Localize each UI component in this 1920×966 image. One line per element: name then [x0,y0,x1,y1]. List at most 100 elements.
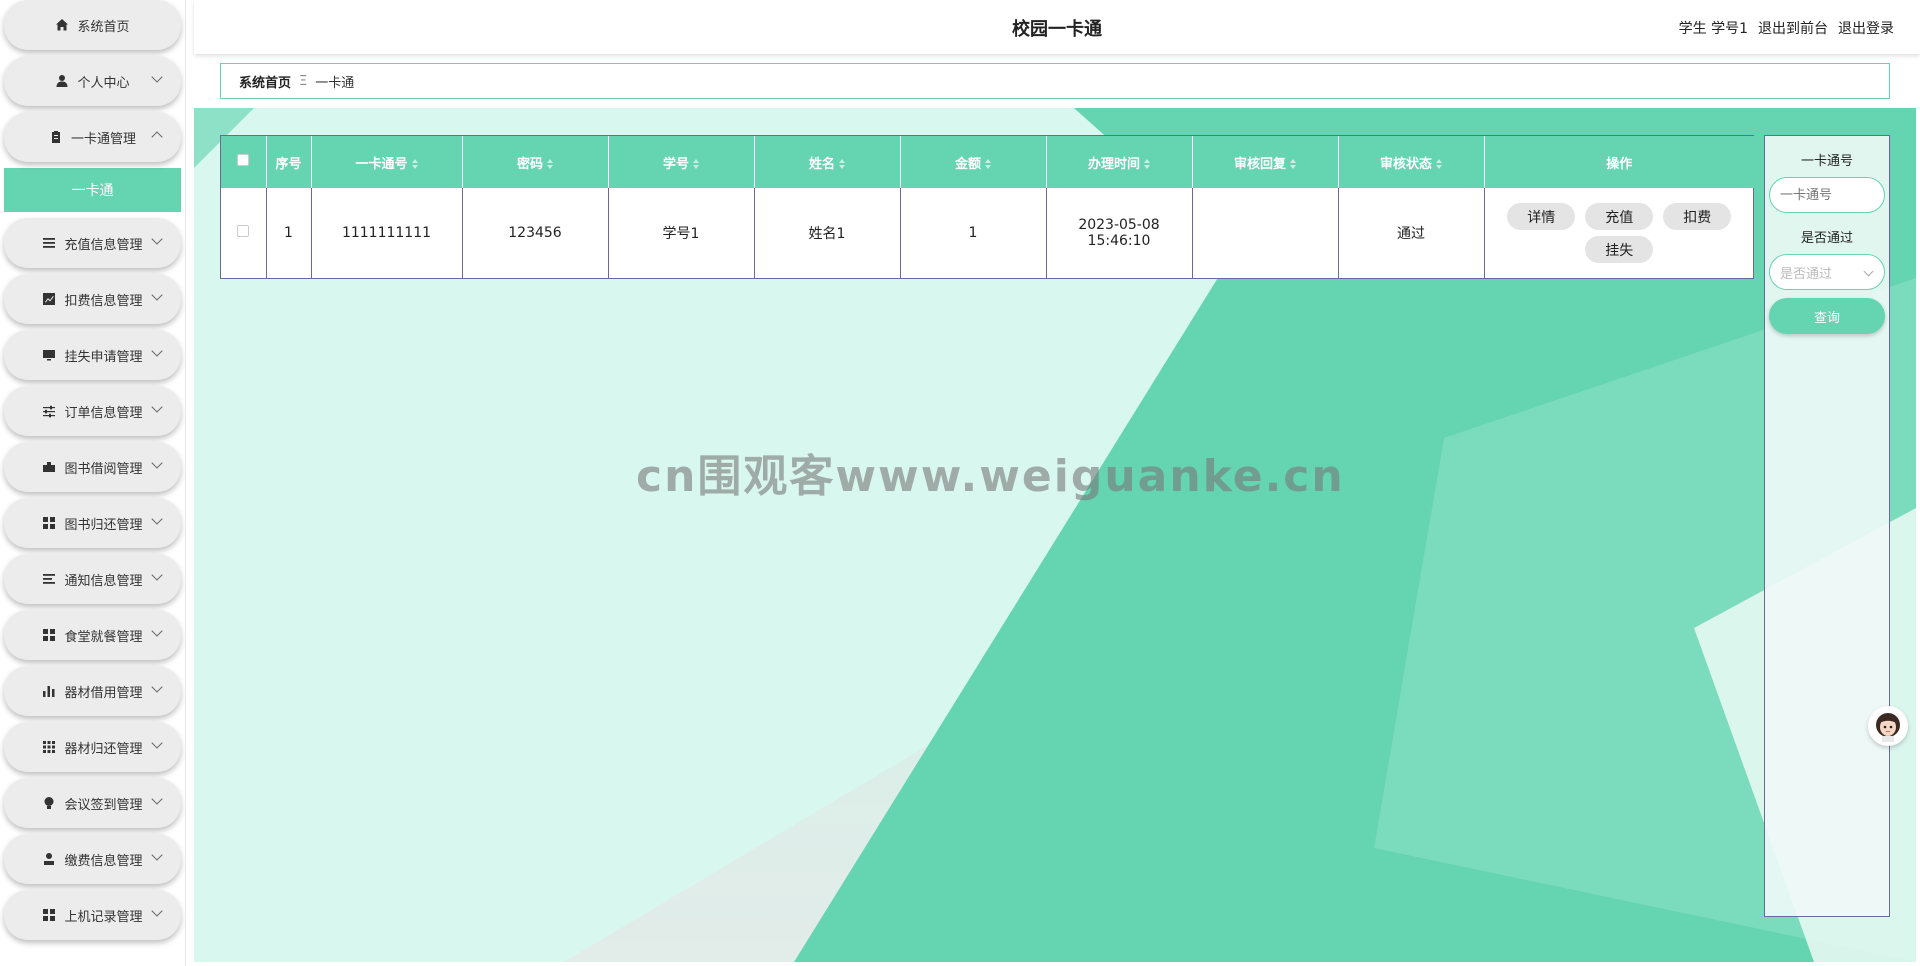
bulb-icon [42,796,56,810]
chart-icon [42,292,56,306]
chevron-down-icon [151,233,163,245]
sidebar-item-label: 图书借阅管理 [64,461,143,477]
to-front-link[interactable]: 退出到前台 [1758,18,1828,38]
sidebar-item-card[interactable]: 一卡通管理 [4,112,181,162]
sidebar-item-label: 个人中心 [77,75,130,91]
top-header: 校园一卡通 学生 学号1 退出到前台 退出登录 [194,0,1920,54]
assistant-face-icon [1876,713,1900,742]
cell-time: 2023-05-08 15:46:10 [1046,188,1193,278]
column-header[interactable]: 姓名 [754,136,901,188]
chevron-down-icon [151,905,163,917]
page-title: 校园一卡通 [1012,19,1102,40]
sidebar: 系统首页 个人中心 一卡通管理 一卡通 充值信息管理 扣费信息管理 挂失申请管理… [0,0,186,966]
sort-icon[interactable] [839,159,845,169]
sliders-icon [42,404,56,418]
sidebar-item-label: 食堂就餐管理 [64,629,143,645]
chevron-down-icon [151,401,163,413]
chevron-down-icon [151,457,163,469]
column-header[interactable]: 学号 [608,136,755,188]
logout-link[interactable]: 退出登录 [1838,18,1894,38]
sort-icon[interactable] [1290,159,1296,169]
sidebar-item-meeting[interactable]: 会议签到管理 [4,778,181,828]
pass-label: 是否通过 [1800,231,1853,246]
breadcrumb-home[interactable]: 系统首页 [239,72,291,91]
recharge-button[interactable]: 充值 [1585,203,1654,230]
card-no-input[interactable] [1769,177,1885,213]
sidebar-item-equip-borrow[interactable]: 器材借用管理 [4,666,181,716]
card-no-label: 一卡通号 [1800,154,1853,169]
column-header[interactable]: 金额 [900,136,1047,188]
row-checkbox[interactable] [237,225,250,237]
sidebar-subitem-label: 一卡通 [71,183,114,199]
cell-reply [1192,188,1339,278]
sidebar-item-label: 器材归还管理 [64,741,143,757]
sidebar-item-label: 缴费信息管理 [64,853,143,869]
person-icon [42,852,56,866]
sidebar-item-label: 会议签到管理 [64,797,143,813]
sidebar-item-computer[interactable]: 上机记录管理 [4,890,181,940]
cell-amount: 1 [900,188,1047,278]
sidebar-item-label: 器材借用管理 [64,685,143,701]
sidebar-item-label: 挂失申请管理 [64,349,143,365]
sidebar-item-loss[interactable]: 挂失申请管理 [4,330,181,380]
sidebar-subitem-card[interactable]: 一卡通 [4,168,181,212]
sort-icon[interactable] [985,159,991,169]
search-panel: 一卡通号 是否通过 是否通过 查询 [1764,135,1890,917]
sidebar-item-label: 系统首页 [77,19,130,35]
sidebar-item-payment[interactable]: 缴费信息管理 [4,834,181,884]
column-header: 操作 [1484,136,1754,188]
table-row: 1 1111111111 123456 学号1 姓名1 1 2023-05-08… [221,188,1754,278]
chevron-down-icon [151,793,163,805]
chevron-down-icon [1863,266,1874,277]
grid-icon [42,908,56,922]
column-header[interactable]: 审核回复 [1192,136,1339,188]
sort-icon[interactable] [412,159,418,169]
user-bar: 学生 学号1 退出到前台 退出登录 [1679,18,1894,38]
detail-button[interactable]: 详情 [1507,203,1576,230]
deduct-button[interactable]: 扣费 [1663,203,1732,230]
sidebar-item-order[interactable]: 订单信息管理 [4,386,181,436]
sidebar-item-book-borrow[interactable]: 图书借阅管理 [4,442,181,492]
sidebar-item-notice[interactable]: 通知信息管理 [4,554,181,604]
chevron-down-icon [151,71,163,83]
chevron-down-icon [151,289,163,301]
breadcrumb-current: 一卡通 [315,75,355,91]
assistant-avatar[interactable] [1868,706,1908,746]
cell-status: 通过 [1338,188,1485,278]
sidebar-item-book-return[interactable]: 图书归还管理 [4,498,181,548]
column-header[interactable]: 密码 [462,136,609,188]
report-loss-button[interactable]: 挂失 [1585,236,1654,263]
cell-index: 1 [266,188,312,278]
sort-icon[interactable] [547,159,553,169]
select-all-checkbox-cell[interactable] [221,136,267,188]
pass-select[interactable]: 是否通过 [1769,254,1885,290]
column-header[interactable]: 办理时间 [1046,136,1193,188]
data-table: 序号 一卡通号 密码 学号 姓名 金额 办理时间 审核回复 审核状态 操作 1 … [220,135,1754,279]
sidebar-item-home[interactable]: 系统首页 [4,0,181,50]
chevron-down-icon [151,569,163,581]
cell-student-no: 学号1 [608,188,755,278]
sidebar-item-recharge[interactable]: 充值信息管理 [4,218,181,268]
breadcrumb-separator: Ξ [299,73,308,89]
monitor-icon [42,348,56,362]
watermark: cn围观客www.weiguanke.cn [636,451,1345,502]
column-header[interactable]: 一卡通号 [311,136,463,188]
cell-name: 姓名1 [754,188,901,278]
sort-icon[interactable] [1436,159,1442,169]
bar-chart-icon [42,684,56,698]
column-header[interactable]: 审核状态 [1338,136,1485,188]
clipboard-icon [49,130,63,144]
sidebar-item-profile[interactable]: 个人中心 [4,56,181,106]
sidebar-item-canteen[interactable]: 食堂就餐管理 [4,610,181,660]
row-checkbox-cell[interactable] [221,188,267,278]
user-role: 学生 [1678,21,1707,37]
search-button[interactable]: 查询 [1769,298,1885,334]
sort-icon[interactable] [693,159,699,169]
sidebar-item-label: 一卡通管理 [70,131,136,147]
sidebar-item-label: 图书归还管理 [64,517,143,533]
sort-icon[interactable] [1144,159,1150,169]
chevron-down-icon [151,737,163,749]
sidebar-item-equip-return[interactable]: 器材归还管理 [4,722,181,772]
select-all-checkbox[interactable] [237,154,250,166]
sidebar-item-deduct[interactable]: 扣费信息管理 [4,274,181,324]
